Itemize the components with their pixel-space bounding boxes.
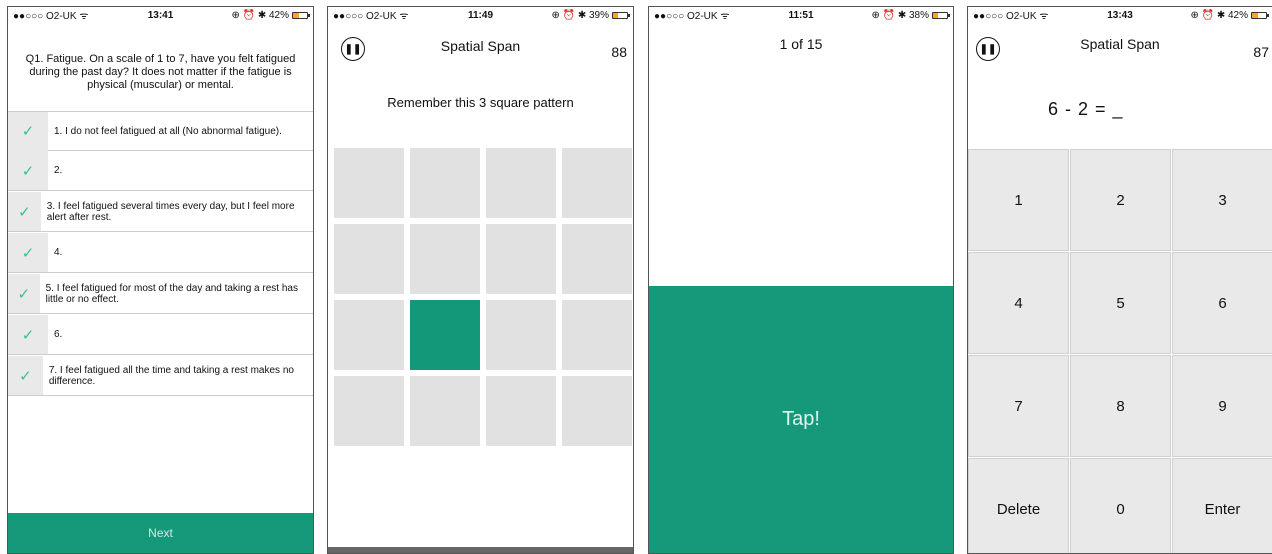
checkmark-icon: ✓ (8, 356, 43, 395)
status-bar: ●●○○○ O2-UK ᯤ 11:49 ⊕ ⏰ ✱ 39% (328, 7, 633, 23)
grid-cell[interactable] (562, 300, 632, 370)
grid-cell[interactable] (334, 376, 404, 446)
key-2[interactable]: 2 (1070, 149, 1171, 251)
answer-option[interactable]: ✓ 4. (8, 233, 313, 273)
carrier-label: ●●○○○ O2-UK ᯤ (973, 11, 1049, 22)
battery-icon (292, 11, 310, 19)
grid-cell[interactable] (486, 300, 556, 370)
key-delete[interactable]: Delete (968, 458, 1069, 553)
battery-icon (1251, 11, 1269, 19)
carrier-label: ●●○○○ O2-UK ᯤ (654, 11, 730, 22)
checkmark-icon: ✓ (8, 233, 48, 272)
grid-cell[interactable] (562, 376, 632, 446)
carrier-label: ●●○○○ O2-UK ᯤ (13, 11, 89, 22)
grid-cell[interactable] (486, 224, 556, 294)
key-9[interactable]: 9 (1172, 355, 1272, 457)
status-bar: ●●○○○ O2-UK ᯤ 11:51 ⊕ ⏰ ✱ 38% (649, 7, 953, 23)
answer-label: 4. (54, 247, 63, 258)
status-icons: ⊕ ⏰ ✱ 42% (1190, 9, 1248, 21)
status-bar: ●●○○○ O2-UK ᯤ 13:41 ⊕ ⏰ ✱ 42% (8, 7, 313, 23)
key-7[interactable]: 7 (968, 355, 1069, 457)
question-text: Q1. Fatigue. On a scale of 1 to 7, have … (25, 53, 296, 91)
answer-option[interactable]: ✓ 6. (8, 315, 313, 355)
answer-label: 2. (54, 165, 63, 176)
phone-tap-test: ●●○○○ O2-UK ᯤ 11:51 ⊕ ⏰ ✱ 38% 1 of 15 Ta… (648, 6, 954, 554)
answer-option[interactable]: ✓ 5. I feel fatigued for most of the day… (8, 274, 313, 314)
battery-icon (932, 11, 950, 19)
grid-cell[interactable] (410, 148, 480, 218)
status-icons: ⊕ ⏰ ✱ 42% (231, 9, 289, 21)
phone-spatial-span-pattern: ●●○○○ O2-UK ᯤ 11:49 ⊕ ⏰ ✱ 39% ❚❚ Spatial… (327, 6, 634, 554)
key-4[interactable]: 4 (968, 252, 1069, 354)
grid-cell[interactable] (410, 300, 480, 370)
answer-option[interactable]: ✓ 1. I do not feel fatigued at all (No a… (8, 111, 313, 151)
screen-title: Spatial Span (440, 38, 521, 54)
score: 88 (611, 44, 627, 60)
answer-label: 6. (54, 329, 63, 340)
key-5[interactable]: 5 (1070, 252, 1171, 354)
tap-button[interactable]: Tap! (649, 286, 953, 553)
grid-cell[interactable] (486, 148, 556, 218)
grid-cell[interactable] (334, 300, 404, 370)
key-enter[interactable]: Enter (1172, 458, 1272, 553)
grid-cell[interactable] (334, 224, 404, 294)
status-icons: ⊕ ⏰ ✱ 38% (871, 9, 929, 21)
answer-option[interactable]: ✓ 2. (8, 151, 313, 191)
checkmark-icon: ✓ (8, 111, 48, 151)
screen-title: Spatial Span (1080, 36, 1160, 52)
battery-icon (612, 11, 630, 19)
key-1[interactable]: 1 (968, 149, 1069, 251)
grid-cell[interactable] (562, 224, 632, 294)
key-8[interactable]: 8 (1070, 355, 1171, 457)
status-bar: ●●○○○ O2-UK ᯤ 13:43 ⊕ ⏰ ✱ 42% (968, 7, 1272, 23)
checkmark-icon: ✓ (8, 315, 48, 354)
key-3[interactable]: 3 (1172, 149, 1272, 251)
answer-label: 1. I do not feel fatigued at all (No abn… (54, 125, 282, 137)
grid-cell[interactable] (410, 224, 480, 294)
trial-counter: 1 of 15 (779, 36, 823, 52)
grid-cell[interactable] (562, 148, 632, 218)
phone-spatial-span-arithmetic: ●●○○○ O2-UK ᯤ 13:43 ⊕ ⏰ ✱ 42% ❚❚ Spatial… (967, 6, 1272, 554)
score: 87 (1253, 44, 1269, 60)
checkmark-icon: ✓ (8, 274, 40, 313)
instruction-text: Remember this 3 square pattern (387, 95, 574, 110)
answer-option[interactable]: ✓ 7. I feel fatigued all the time and ta… (8, 356, 313, 396)
next-button[interactable]: Next (8, 513, 313, 553)
answer-label: 5. I feel fatigued for most of the day a… (45, 282, 298, 305)
checkmark-icon: ✓ (8, 192, 41, 231)
grid-cell[interactable] (410, 376, 480, 446)
answer-label: 7. I feel fatigued all the time and taki… (48, 364, 294, 387)
equation-display: 6 - 2 = _ (1048, 99, 1124, 119)
answer-label: 3. I feel fatigued several times every d… (46, 200, 295, 223)
status-icons: ⊕ ⏰ ✱ 39% (551, 9, 609, 21)
key-0[interactable]: 0 (1070, 458, 1171, 553)
bottom-bar (328, 547, 633, 553)
carrier-label: ●●○○○ O2-UK ᯤ (333, 11, 409, 22)
phone-questionnaire: ●●○○○ O2-UK ᯤ 13:41 ⊕ ⏰ ✱ 42% Q1. Fatigu… (7, 6, 314, 554)
checkmark-icon: ✓ (8, 151, 48, 190)
grid-cell[interactable] (486, 376, 556, 446)
grid-cell[interactable] (334, 148, 404, 218)
answer-option[interactable]: ✓ 3. I feel fatigued several times every… (8, 192, 313, 232)
key-6[interactable]: 6 (1172, 252, 1272, 354)
